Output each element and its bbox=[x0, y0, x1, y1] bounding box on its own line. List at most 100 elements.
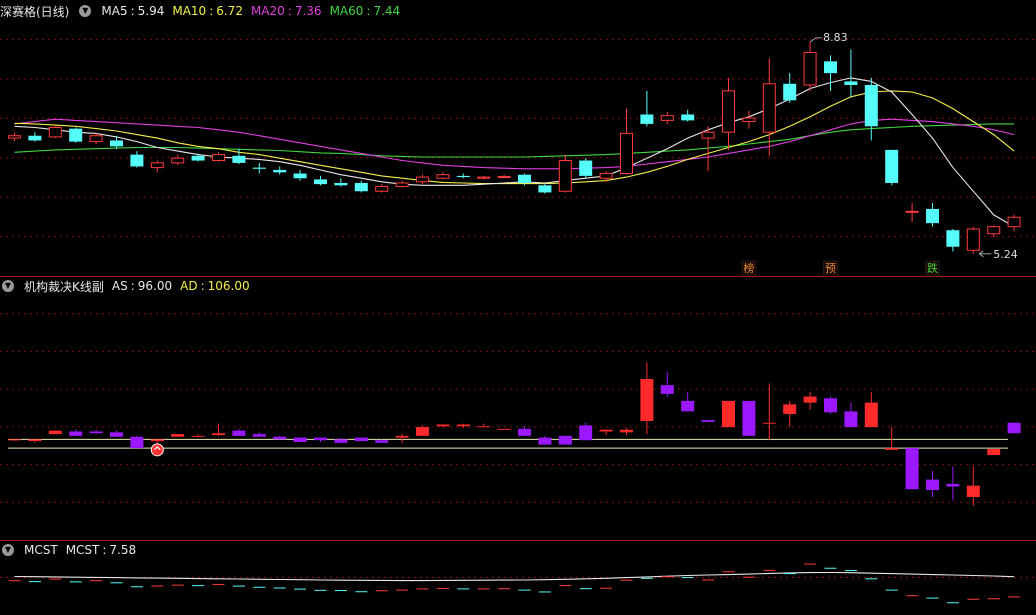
indicator-panel-header: ▼ 机构裁决K线副 AS: 96.00 AD: 106.00 bbox=[0, 277, 250, 295]
legend-ma20: MA20: 7.36 bbox=[250, 4, 322, 18]
candle-body bbox=[69, 128, 83, 142]
candle-body bbox=[701, 420, 715, 422]
candle-body bbox=[518, 428, 531, 436]
candle-body bbox=[69, 431, 83, 436]
candle-body bbox=[375, 440, 389, 443]
candle-body bbox=[742, 117, 756, 123]
legend-as: AS: 96.00 bbox=[111, 279, 173, 293]
candle-body bbox=[783, 83, 797, 101]
candle-body bbox=[926, 208, 939, 224]
mcst-panel-header: ▼ MCST MCST: 7.58 bbox=[0, 541, 136, 559]
candle-body bbox=[293, 173, 307, 179]
candle-body bbox=[762, 422, 776, 424]
legend-ma5: MA5: 5.94 bbox=[101, 4, 165, 18]
candle-body bbox=[89, 431, 103, 434]
candle-body bbox=[497, 428, 511, 430]
ma5-line bbox=[14, 77, 1015, 228]
candle-body bbox=[89, 135, 103, 143]
candle-body bbox=[518, 174, 531, 183]
candle-body bbox=[558, 160, 572, 192]
mcst-ticks bbox=[8, 563, 1021, 604]
stock-title: 深赛格(日线) bbox=[0, 4, 70, 19]
candle-body bbox=[375, 186, 389, 192]
candle-body bbox=[130, 154, 144, 167]
candle-body bbox=[681, 400, 695, 412]
candle-body bbox=[497, 175, 511, 178]
candle-body bbox=[110, 432, 123, 437]
chevron-down-icon[interactable]: ▼ bbox=[79, 5, 92, 17]
candle-body bbox=[905, 210, 919, 213]
candle-body bbox=[762, 83, 776, 133]
indicator-candles bbox=[8, 362, 1021, 506]
candle-body bbox=[620, 429, 633, 433]
candle-body bbox=[558, 435, 572, 445]
candle-body bbox=[742, 400, 756, 436]
candle-body bbox=[824, 61, 837, 74]
candle-body bbox=[191, 155, 205, 161]
candle-body bbox=[966, 485, 980, 498]
candle-body bbox=[620, 132, 633, 175]
stock-chart-window: 深赛格(日线) ▼ MA5: 5.94 MA10: 6.72 MA20: 7.3… bbox=[0, 0, 1036, 615]
candle-body bbox=[579, 425, 593, 441]
candle-body bbox=[436, 174, 450, 179]
ma20-line bbox=[14, 118, 1015, 170]
mcst-title: MCST bbox=[24, 543, 58, 557]
legend-mcst: MCST: 7.58 bbox=[65, 543, 137, 557]
candle-body bbox=[660, 115, 674, 121]
candle-body bbox=[252, 434, 266, 437]
candle-body bbox=[171, 434, 185, 437]
candle-body bbox=[354, 182, 368, 192]
candle-body bbox=[212, 433, 225, 435]
candle-body bbox=[966, 228, 980, 251]
indicator-title: 机构裁决K线副 bbox=[24, 279, 104, 294]
candle-body bbox=[395, 182, 409, 188]
signal-marker bbox=[150, 443, 164, 457]
candle-body bbox=[722, 400, 735, 428]
candle-body bbox=[660, 385, 674, 394]
candle-body bbox=[844, 411, 858, 428]
candle-body bbox=[171, 157, 185, 164]
signal-badge: 预 bbox=[825, 262, 836, 275]
candle-body bbox=[477, 176, 491, 179]
candle-body bbox=[130, 436, 144, 449]
candle-body bbox=[844, 81, 858, 85]
candle-body bbox=[599, 173, 613, 179]
signal-badge: 跌 bbox=[927, 261, 938, 275]
candle-body bbox=[48, 430, 62, 435]
candle-body bbox=[354, 437, 368, 442]
candle-body bbox=[722, 90, 735, 133]
legend-ma10: MA10: 6.72 bbox=[172, 4, 243, 18]
candle-body bbox=[783, 404, 797, 414]
ma10-line bbox=[14, 90, 1015, 185]
chevron-down-icon[interactable]: ▼ bbox=[2, 544, 14, 556]
ma60-line bbox=[14, 123, 1015, 158]
candle-body bbox=[456, 424, 470, 427]
candle-body bbox=[252, 167, 266, 169]
candle-body bbox=[334, 182, 348, 186]
candle-body bbox=[110, 140, 123, 147]
candle-body bbox=[824, 398, 837, 413]
candle-body bbox=[1007, 216, 1021, 228]
candle-body bbox=[538, 437, 552, 445]
chevron-down-icon[interactable]: ▼ bbox=[2, 280, 14, 292]
candle-body bbox=[273, 169, 287, 173]
candle-body bbox=[640, 114, 654, 124]
candle-body bbox=[416, 427, 429, 436]
candle-body bbox=[28, 135, 42, 141]
candle-body bbox=[232, 430, 246, 436]
candle-body bbox=[8, 135, 21, 139]
candle-body bbox=[885, 448, 899, 450]
candle-body bbox=[456, 175, 470, 178]
candle-body bbox=[640, 379, 654, 421]
candle-body bbox=[48, 126, 62, 138]
low-price-label: 5.24 bbox=[993, 248, 1018, 261]
candle-body bbox=[1007, 422, 1021, 434]
candle-body bbox=[538, 185, 552, 193]
candle-body bbox=[293, 437, 307, 442]
signal-badge: 榜 bbox=[743, 261, 754, 275]
mcst-line bbox=[14, 571, 1015, 582]
candle-body bbox=[416, 176, 429, 183]
candle-body bbox=[28, 439, 42, 442]
chart-canvas[interactable]: 8.83 5.24 榜 预 跌 bbox=[0, 0, 1036, 615]
candle-body bbox=[599, 429, 613, 432]
